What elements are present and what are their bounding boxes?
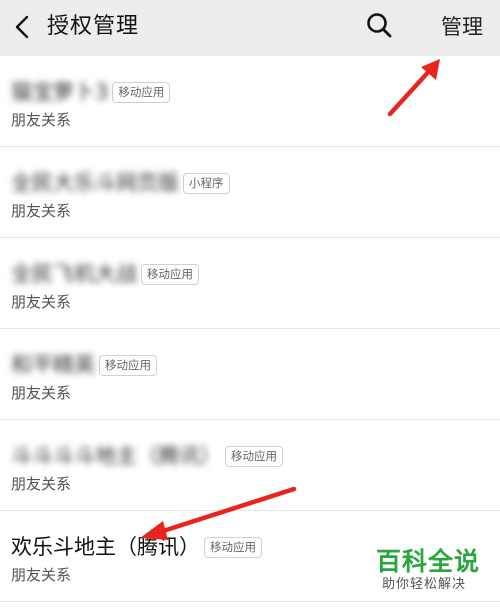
- app-name-row: 欢乐斗地主（腾讯） 移动应用: [11, 533, 262, 561]
- list-item[interactable]: 猫宝萝卜3 移动应用朋友关系: [0, 56, 500, 147]
- list-item[interactable]: 和平精英 移动应用朋友关系: [0, 329, 500, 420]
- back-arrow-icon: [15, 15, 29, 39]
- app-name: 和平精英: [11, 353, 95, 377]
- app-name-row: 斗斗斗斗地主（腾讯） 移动应用: [11, 442, 283, 470]
- app-type-badge: 移动应用: [225, 445, 283, 467]
- relation-label: 朋友关系: [11, 384, 72, 402]
- app-type-badge: 移动应用: [204, 536, 262, 558]
- list-item[interactable]: 全民飞机大战 移动应用朋友关系: [0, 238, 500, 329]
- watermark-title: 百科全说: [376, 547, 481, 576]
- relation-label: 朋友关系: [11, 475, 72, 493]
- authorized-app-list: 猫宝萝卜3 移动应用 朋友关系 全民大乐斗网页版 小程序 朋友关系 全民飞机大战 移动应用 朋友…: [0, 56, 500, 602]
- app-name-row: 猫宝萝卜3 移动应用: [11, 78, 171, 106]
- relation-label: 朋友关系: [11, 111, 72, 129]
- back-button[interactable]: [12, 14, 36, 40]
- app-type-badge: 移动应用: [99, 354, 157, 376]
- app-name-row: 全民大乐斗网页版 小程序: [11, 169, 230, 197]
- search-button[interactable]: [364, 10, 394, 40]
- list-item[interactable]: 全民大乐斗网页版 小程序朋友关系: [0, 147, 500, 238]
- app-type-badge: 移动应用: [141, 263, 199, 285]
- relation-label: 朋友关系: [11, 566, 72, 584]
- app-type-badge: 小程序: [183, 172, 230, 194]
- relation-label: 朋友关系: [11, 202, 72, 220]
- manage-button[interactable]: 管理: [441, 12, 483, 42]
- app-name: 全民飞机大战: [11, 262, 137, 286]
- watermark-logo: 百科全说 助你轻松解决: [376, 547, 486, 593]
- app-name-row: 和平精英 移动应用: [11, 351, 157, 379]
- top-bar: 授权管理 管理: [0, 0, 500, 56]
- app-name: 斗斗斗斗地主（腾讯）: [11, 444, 221, 468]
- search-icon: [367, 13, 392, 38]
- divider: [0, 601, 500, 602]
- app-name: 猫宝萝卜3: [11, 80, 109, 104]
- list-item[interactable]: 斗斗斗斗地主（腾讯） 移动应用朋友关系: [0, 420, 500, 511]
- app-name-row: 全民飞机大战 移动应用: [11, 260, 199, 288]
- watermark-subtitle: 助你轻松解决: [382, 577, 467, 592]
- app-name: 欢乐斗地主（腾讯）: [11, 535, 200, 559]
- app-type-badge: 移动应用: [112, 81, 171, 103]
- page-title: 授权管理: [47, 14, 140, 39]
- app-name: 全民大乐斗网页版: [11, 171, 179, 195]
- relation-label: 朋友关系: [11, 293, 72, 311]
